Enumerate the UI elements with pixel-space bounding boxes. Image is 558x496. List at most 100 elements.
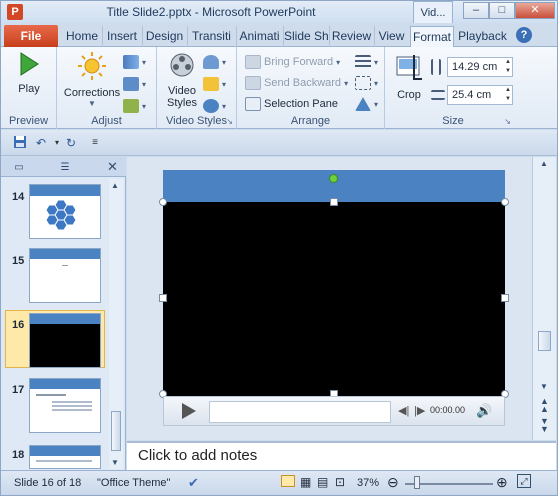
video-border-button[interactable]: ▾	[203, 75, 226, 93]
reading-view-icon[interactable]: ▤	[317, 475, 328, 489]
resize-handle[interactable]	[159, 198, 167, 206]
save-icon[interactable]	[12, 135, 28, 151]
rotation-handle[interactable]	[329, 174, 338, 183]
close-button[interactable]: ✕	[515, 2, 555, 19]
spin-arrows-icon[interactable]: ▲ ▼	[505, 58, 511, 76]
bring-forward-button[interactable]: Bring Forward ▾	[245, 53, 340, 71]
tab-slide-show[interactable]: Slide Sh	[283, 26, 328, 47]
zoom-out-icon[interactable]: ⊖	[387, 474, 399, 491]
tab-design[interactable]: Design	[142, 26, 186, 47]
video-shape-button[interactable]: ▾	[203, 53, 226, 71]
dialog-launcher-icon[interactable]: ↘	[226, 117, 233, 126]
send-backward-icon	[245, 76, 261, 91]
resize-handle[interactable]	[159, 294, 167, 302]
reset-design-button[interactable]: ▾	[123, 97, 146, 115]
video-styles-button[interactable]: Video Styles	[161, 51, 203, 109]
spin-arrows-icon[interactable]: ▲ ▼	[505, 86, 511, 104]
zoom-level[interactable]: 37%	[357, 477, 379, 489]
slide-sorter-icon[interactable]: ▦	[300, 475, 311, 489]
group-button[interactable]: ▾	[355, 74, 378, 92]
play-button[interactable]: Play	[9, 51, 49, 95]
scroll-thumb[interactable]	[111, 411, 121, 451]
rotate-button[interactable]: ▾	[355, 95, 378, 113]
selection-pane-button[interactable]: Selection Pane	[245, 95, 338, 113]
tab-playback[interactable]: Playback	[455, 26, 510, 47]
shape-width-field[interactable]: 25.4 cm ▲ ▼	[447, 85, 513, 105]
close-panel-icon[interactable]: ✕	[107, 159, 118, 175]
slides-panel: ▭ ☰ ✕ 14 15 16 17 18 ▲ ▼	[1, 157, 126, 470]
zoom-in-icon[interactable]: ⊕	[496, 474, 508, 491]
minimize-button[interactable]: –	[463, 2, 489, 19]
dialog-launcher-icon[interactable]: ↘	[504, 117, 511, 126]
scroll-up-icon[interactable]: ▲	[540, 159, 548, 168]
crop-button[interactable]: Crop	[391, 51, 427, 101]
shape-width-value: 25.4 cm	[452, 89, 492, 101]
undo-icon[interactable]: ↶	[33, 135, 49, 151]
resize-handle[interactable]	[330, 198, 338, 206]
redo-icon[interactable]: ↻	[63, 135, 79, 151]
panel-scrollbar[interactable]: ▲ ▼	[109, 179, 123, 469]
poster-frame-icon	[123, 77, 139, 92]
tab-format[interactable]: Format	[410, 26, 454, 47]
reset-design-icon	[123, 99, 139, 114]
slide-thumbnail-selected[interactable]	[29, 313, 101, 368]
quick-access-toolbar: ↶ ▾ ↻ ≡	[1, 130, 557, 156]
status-bar: Slide 16 of 18 "Office Theme" ✔ ▦ ▤ ⊡ 37…	[1, 470, 557, 495]
align-icon	[355, 55, 371, 70]
volume-icon[interactable]: 🔊	[476, 403, 492, 419]
ribbon-tabs: File Home Insert Design Transiti Animati…	[1, 23, 557, 47]
tab-insert[interactable]: Insert	[102, 26, 141, 47]
slide-thumbnail[interactable]	[29, 445, 101, 469]
skip-forward-icon[interactable]: |▶	[414, 404, 425, 417]
resize-handle[interactable]	[501, 198, 509, 206]
poster-frame-button[interactable]: ▾	[123, 75, 146, 93]
slide-thumbnail[interactable]	[29, 248, 101, 303]
tab-review[interactable]: Review	[329, 26, 373, 47]
media-play-icon[interactable]	[182, 403, 196, 419]
align-button[interactable]: ▾	[355, 53, 378, 71]
normal-view-icon[interactable]	[281, 475, 295, 490]
theme-name[interactable]: "Office Theme"	[97, 477, 170, 489]
video-effects-button[interactable]: ▾	[203, 97, 226, 115]
customize-toolbar-icon[interactable]: ≡	[87, 135, 103, 151]
size-group-label: Size	[442, 115, 464, 127]
help-icon[interactable]: ?	[516, 27, 532, 43]
seek-bar[interactable]	[209, 401, 391, 423]
scroll-down-icon[interactable]: ▼	[111, 458, 119, 467]
tab-file[interactable]: File	[4, 25, 58, 47]
send-backward-button[interactable]: Send Backward ▾	[245, 74, 348, 92]
video-shape-icon	[203, 55, 219, 70]
fit-to-window-icon[interactable]: ⤢	[517, 474, 531, 488]
color-button[interactable]: ▾	[123, 53, 146, 71]
spell-check-icon[interactable]: ✔	[188, 475, 199, 491]
title-bar: P Title Slide2.pptx - Microsoft PowerPoi…	[1, 1, 557, 23]
ribbon: Play Preview Corrections ▼ ▾ ▾ ▾ Adjust …	[1, 47, 557, 129]
tab-animations[interactable]: Animati	[236, 26, 282, 47]
editor-scrollbar[interactable]: ▲ ▼ ▲ ▲ ▼ ▼	[532, 157, 556, 440]
scroll-up-icon[interactable]: ▲	[111, 181, 119, 190]
shape-height-field[interactable]: 14.29 cm ▲ ▼	[447, 57, 513, 77]
group-icon	[355, 76, 371, 91]
maximize-button[interactable]: □	[489, 2, 515, 19]
skip-back-icon[interactable]: ◀|	[398, 404, 409, 417]
slide-show-icon[interactable]: ⊡	[335, 475, 345, 489]
notes-pane[interactable]: Click to add notes	[127, 441, 556, 470]
preview-group-label: Preview	[8, 115, 49, 127]
slides-tab-icon[interactable]: ▭	[5, 159, 33, 176]
slide-thumbnail[interactable]	[29, 378, 101, 433]
corrections-button[interactable]: Corrections ▼	[61, 51, 123, 108]
tab-transitions[interactable]: Transiti	[187, 26, 235, 47]
slide-number: 15	[12, 255, 25, 267]
media-controls: ◀| |▶ 00:00.00 🔊	[163, 396, 505, 426]
slide-thumbnail[interactable]	[29, 184, 101, 239]
scroll-down-icon[interactable]: ▼	[540, 382, 548, 391]
next-slide-icon[interactable]: ▼ ▼	[540, 417, 549, 434]
outline-tab-icon[interactable]: ☰	[51, 159, 79, 176]
previous-slide-icon[interactable]: ▲ ▲	[540, 397, 549, 414]
scroll-thumb[interactable]	[538, 331, 551, 351]
resize-handle[interactable]	[501, 294, 509, 302]
zoom-slider-thumb[interactable]	[414, 476, 420, 489]
hexagon-diagram-icon	[45, 199, 77, 231]
tab-view[interactable]: View	[374, 26, 408, 47]
tab-home[interactable]: Home	[63, 26, 101, 47]
